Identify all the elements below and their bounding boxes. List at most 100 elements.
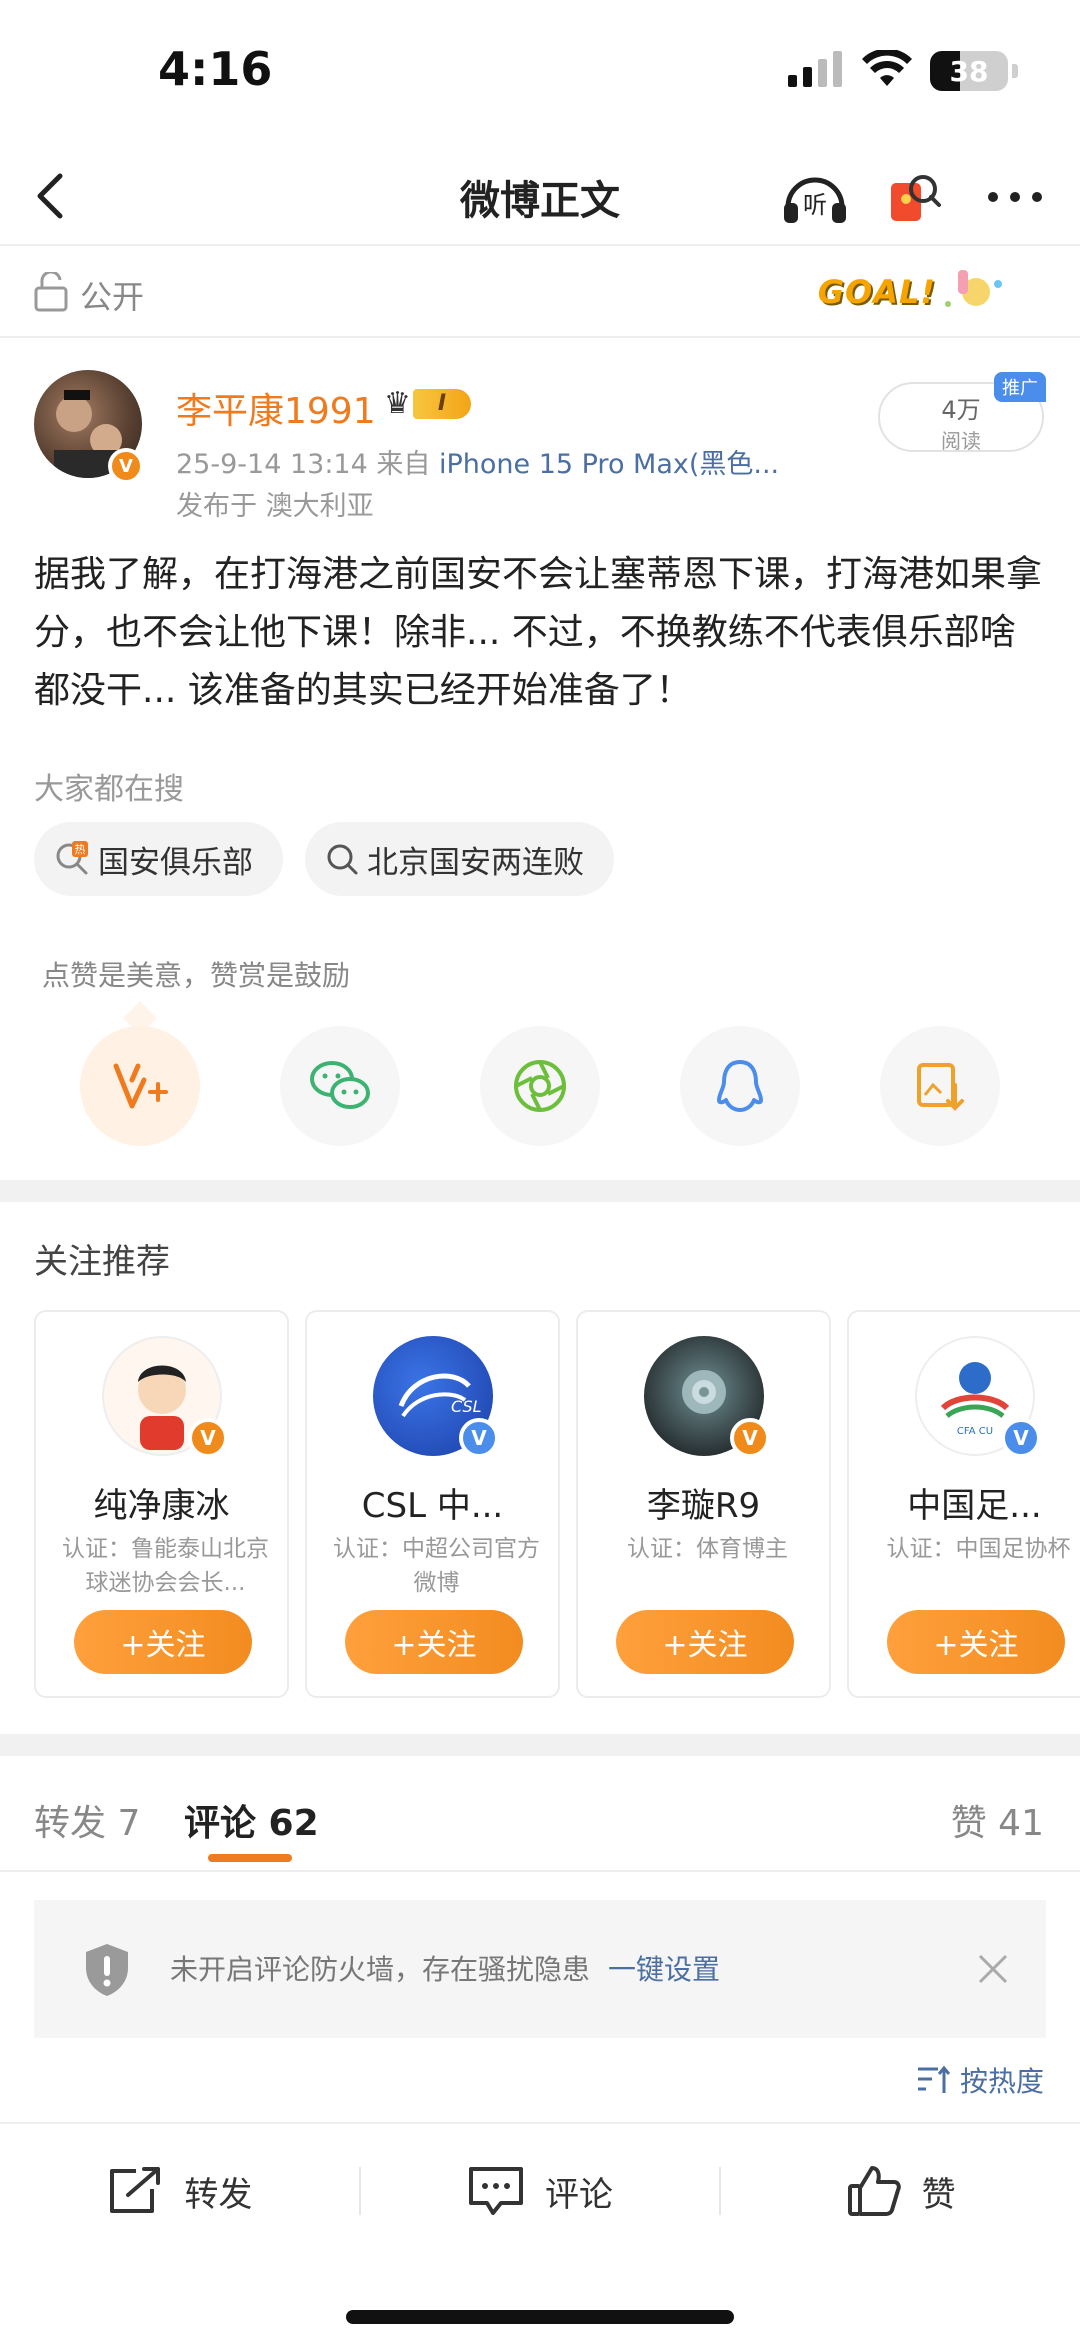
vip-level: I — [412, 388, 471, 419]
like-button[interactable]: 赞 — [721, 2164, 1080, 2218]
interaction-tabs: 转发 7 评论 62 赞 41 — [0, 1756, 1080, 1872]
follow-button[interactable]: +关注 — [74, 1610, 252, 1674]
recommend-cert: 认证：中国足协杯 — [886, 1536, 1071, 1562]
post-meta: 25-9-14 13:14 来自 iPhone 15 Pro Max(黑色... — [176, 442, 779, 481]
headphones-icon: 听 — [784, 177, 846, 223]
save-image-button[interactable] — [880, 1026, 1000, 1146]
signal-icon — [788, 51, 844, 91]
hot-search-title: 大家都在搜 — [34, 772, 184, 807]
recommend-card[interactable]: CSL V CSL 中... 认证：中超公司官方微博 +关注 — [305, 1310, 560, 1698]
nav-bar: 微博正文 听 — [0, 150, 1080, 246]
close-notice-button[interactable] — [968, 1944, 1018, 1994]
wechat-icon — [310, 1061, 370, 1109]
wifi-icon — [862, 48, 912, 92]
svg-text:CFA CU: CFA CU — [957, 1426, 993, 1437]
comment-button[interactable]: 评论 — [361, 2165, 720, 2217]
moments-icon — [514, 1060, 566, 1112]
views-label: 阅读 — [941, 429, 981, 453]
sort-button[interactable]: 按热度 — [916, 2060, 1044, 2100]
hot-search-chips: 热 国安俱乐部 北京国安两连败 — [34, 822, 614, 896]
hot-search-label: 北京国安两连败 — [367, 844, 584, 881]
recommend-cards: V 纯净康冰 认证：鲁能泰山北京球迷协会会长... +关注 CSL V CSL … — [34, 1310, 1080, 1698]
save-image-icon — [917, 1063, 964, 1111]
more-dots-icon — [988, 192, 1042, 202]
promo-tag: 推广 — [994, 372, 1046, 402]
firewall-message: 未开启评论防火墙，存在骚扰隐患 — [170, 1953, 591, 1986]
repost-button[interactable]: 转发 — [0, 2165, 359, 2217]
sort-label: 按热度 — [959, 2065, 1044, 2098]
visibility-label: 公开 — [80, 278, 145, 316]
shield-icon — [82, 1942, 132, 2002]
goal-text: GOAL! — [817, 273, 936, 311]
bottom-action-bar: 转发 评论 赞 — [0, 2122, 1080, 2258]
more-button[interactable] — [980, 162, 1050, 232]
firewall-setup-link[interactable]: 一键设置 — [608, 1953, 720, 1986]
tab-comment[interactable]: 评论 62 — [184, 1794, 319, 1846]
status-icons: 38 — [788, 48, 1018, 92]
recommend-name[interactable]: 李璇R9 — [578, 1478, 829, 1527]
verified-badge: V — [730, 1418, 770, 1458]
sort-icon — [917, 2065, 950, 2093]
search-icon — [327, 844, 358, 875]
share-moments-button[interactable] — [480, 1026, 600, 1146]
post-date: 25-9-14 13:14 — [176, 449, 368, 480]
recommend-card[interactable]: V 纯净康冰 认证：鲁能泰山北京球迷协会会长... +关注 — [34, 1310, 289, 1698]
close-icon — [978, 1954, 1008, 1984]
crown-icon: ♛ — [384, 386, 411, 421]
soccer-cheer-icon — [945, 270, 1002, 307]
verified-badge: V — [1001, 1418, 1041, 1458]
nav-actions: 听 — [780, 162, 1050, 232]
like-label: 赞 — [921, 2174, 956, 2215]
red-packet-button[interactable] — [880, 162, 950, 232]
thumbs-up-icon — [847, 2166, 901, 2216]
reward-icon — [113, 1063, 168, 1109]
listen-button[interactable]: 听 — [780, 162, 850, 232]
goal-sticker[interactable]: GOAL! — [818, 264, 1006, 320]
follow-button[interactable]: +关注 — [616, 1610, 794, 1674]
recommend-title: 关注推荐 — [34, 1242, 170, 1282]
reward-button[interactable] — [80, 1026, 200, 1146]
home-indicator — [346, 2310, 734, 2324]
share-wechat-button[interactable] — [280, 1026, 400, 1146]
visibility-row: 公开 GOAL! — [0, 246, 1080, 338]
author-name[interactable]: 李平康1991 — [176, 382, 376, 434]
recommend-cert: 认证：体育博主 — [627, 1536, 788, 1562]
comment-firewall-notice: 未开启评论防火墙，存在骚扰隐患 一键设置 — [34, 1900, 1046, 2038]
firewall-text: 未开启评论防火墙，存在骚扰隐患 一键设置 — [170, 1948, 720, 1988]
share-qq-button[interactable] — [680, 1026, 800, 1146]
recommend-name[interactable]: CSL 中... — [307, 1478, 558, 1527]
views-counter[interactable]: 4万 阅读 推广 — [878, 372, 1046, 453]
repost-label: 转发 — [184, 2174, 253, 2215]
active-tab-indicator — [208, 1854, 292, 1862]
recommend-name[interactable]: 纯净康冰 — [36, 1478, 287, 1527]
follow-button[interactable]: +关注 — [887, 1610, 1065, 1674]
vip-badge[interactable]: ♛ I — [384, 386, 471, 421]
svg-text:听: 听 — [803, 191, 827, 219]
tab-like[interactable]: 赞 41 — [951, 1794, 1044, 1846]
status-time: 4:16 — [158, 42, 273, 96]
unlock-icon — [34, 270, 68, 316]
red-packet-search-icon — [891, 175, 941, 221]
recommend-cert: 认证：鲁能泰山北京球迷协会会长... — [62, 1536, 269, 1596]
source-prefix: 来自 — [376, 449, 431, 480]
post-location: 发布于 澳大利亚 — [176, 491, 374, 522]
comment-label: 评论 — [545, 2174, 613, 2215]
qq-icon — [717, 1060, 763, 1112]
share-row — [80, 1026, 1000, 1146]
hot-search-chip[interactable]: 热 国安俱乐部 — [34, 822, 283, 896]
repost-icon — [110, 2167, 161, 2213]
tab-repost[interactable]: 转发 7 — [34, 1794, 140, 1846]
post-device[interactable]: iPhone 15 Pro Max(黑色... — [439, 449, 779, 480]
hot-search-chip[interactable]: 北京国安两连败 — [305, 822, 614, 896]
verified-badge: V — [459, 1418, 499, 1458]
post-header: V 李平康1991 ♛ I 25-9-14 13:14 来自 iPhone 15… — [0, 370, 1080, 530]
recommend-name[interactable]: 中国足... — [849, 1478, 1080, 1527]
follow-button[interactable]: +关注 — [345, 1610, 523, 1674]
verified-badge: V — [108, 448, 144, 484]
section-divider — [0, 1180, 1080, 1202]
post-body: 据我了解，在打海港之前国安不会让塞蒂恩下课，打海港如果拿分，也不会让他下课！除非… — [34, 554, 1043, 711]
hot-search-label: 国安俱乐部 — [98, 844, 253, 881]
recommend-card[interactable]: V 李璇R9 认证：体育博主 +关注 — [576, 1310, 831, 1698]
svg-text:热: 热 — [75, 843, 86, 856]
recommend-card[interactable]: CFA CU V 中国足... 认证：中国足协杯 +关注 — [847, 1310, 1080, 1698]
